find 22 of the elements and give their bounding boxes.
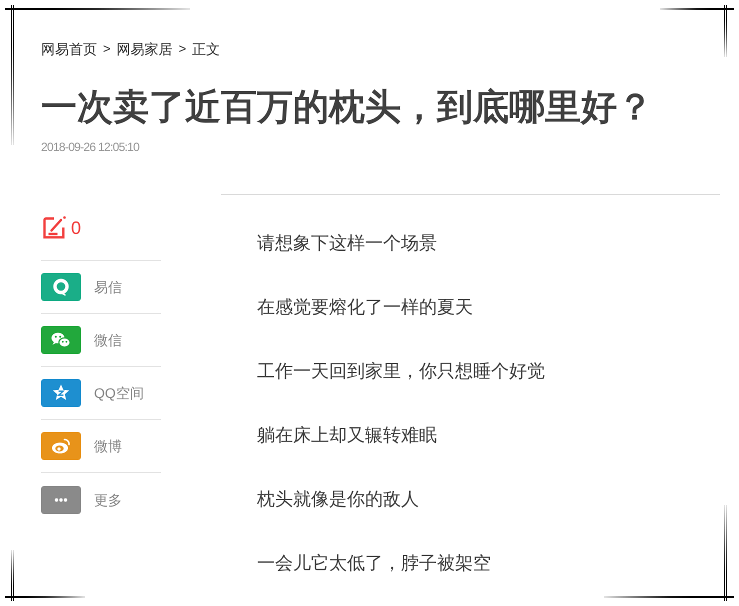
edit-icon: [41, 215, 67, 241]
article-paragraph: 枕头就像是你的敌人: [257, 488, 419, 511]
breadcrumb-link[interactable]: 网易首页: [41, 40, 97, 58]
breadcrumb-separator: >: [103, 40, 111, 58]
publish-date: 2018-09-26 12:05:10: [41, 139, 140, 155]
comment-link[interactable]: 0: [41, 215, 82, 241]
share-link[interactable]: 微信: [41, 326, 122, 354]
article-paragraph: 一会儿它太低了，脖子被架空: [257, 552, 491, 575]
double-frame-line: [11, 550, 14, 601]
article-title: 一次卖了近百万的枕头，到底哪里好？: [41, 85, 653, 129]
article-paragraph: 躺在床上却又辗转难眠: [257, 424, 437, 447]
article-paragraph: 请想象下这样一个场景: [257, 232, 437, 255]
share-link[interactable]: 更多: [41, 486, 122, 514]
breadcrumb-current: 正文: [192, 40, 220, 58]
article-paragraph: 工作一天回到家里，你只想睡个好觉: [257, 360, 545, 383]
double-frame-line: [724, 5, 727, 57]
share-link[interactable]: QQ空间: [41, 379, 144, 407]
share-link[interactable]: 易信: [41, 273, 122, 301]
breadcrumb-separator: >: [178, 40, 186, 58]
breadcrumb-link[interactable]: 网易家居: [116, 40, 173, 58]
article-paragraph: 在感觉要熔化了一样的夏天: [257, 296, 473, 319]
share-link[interactable]: 微博: [41, 432, 122, 460]
